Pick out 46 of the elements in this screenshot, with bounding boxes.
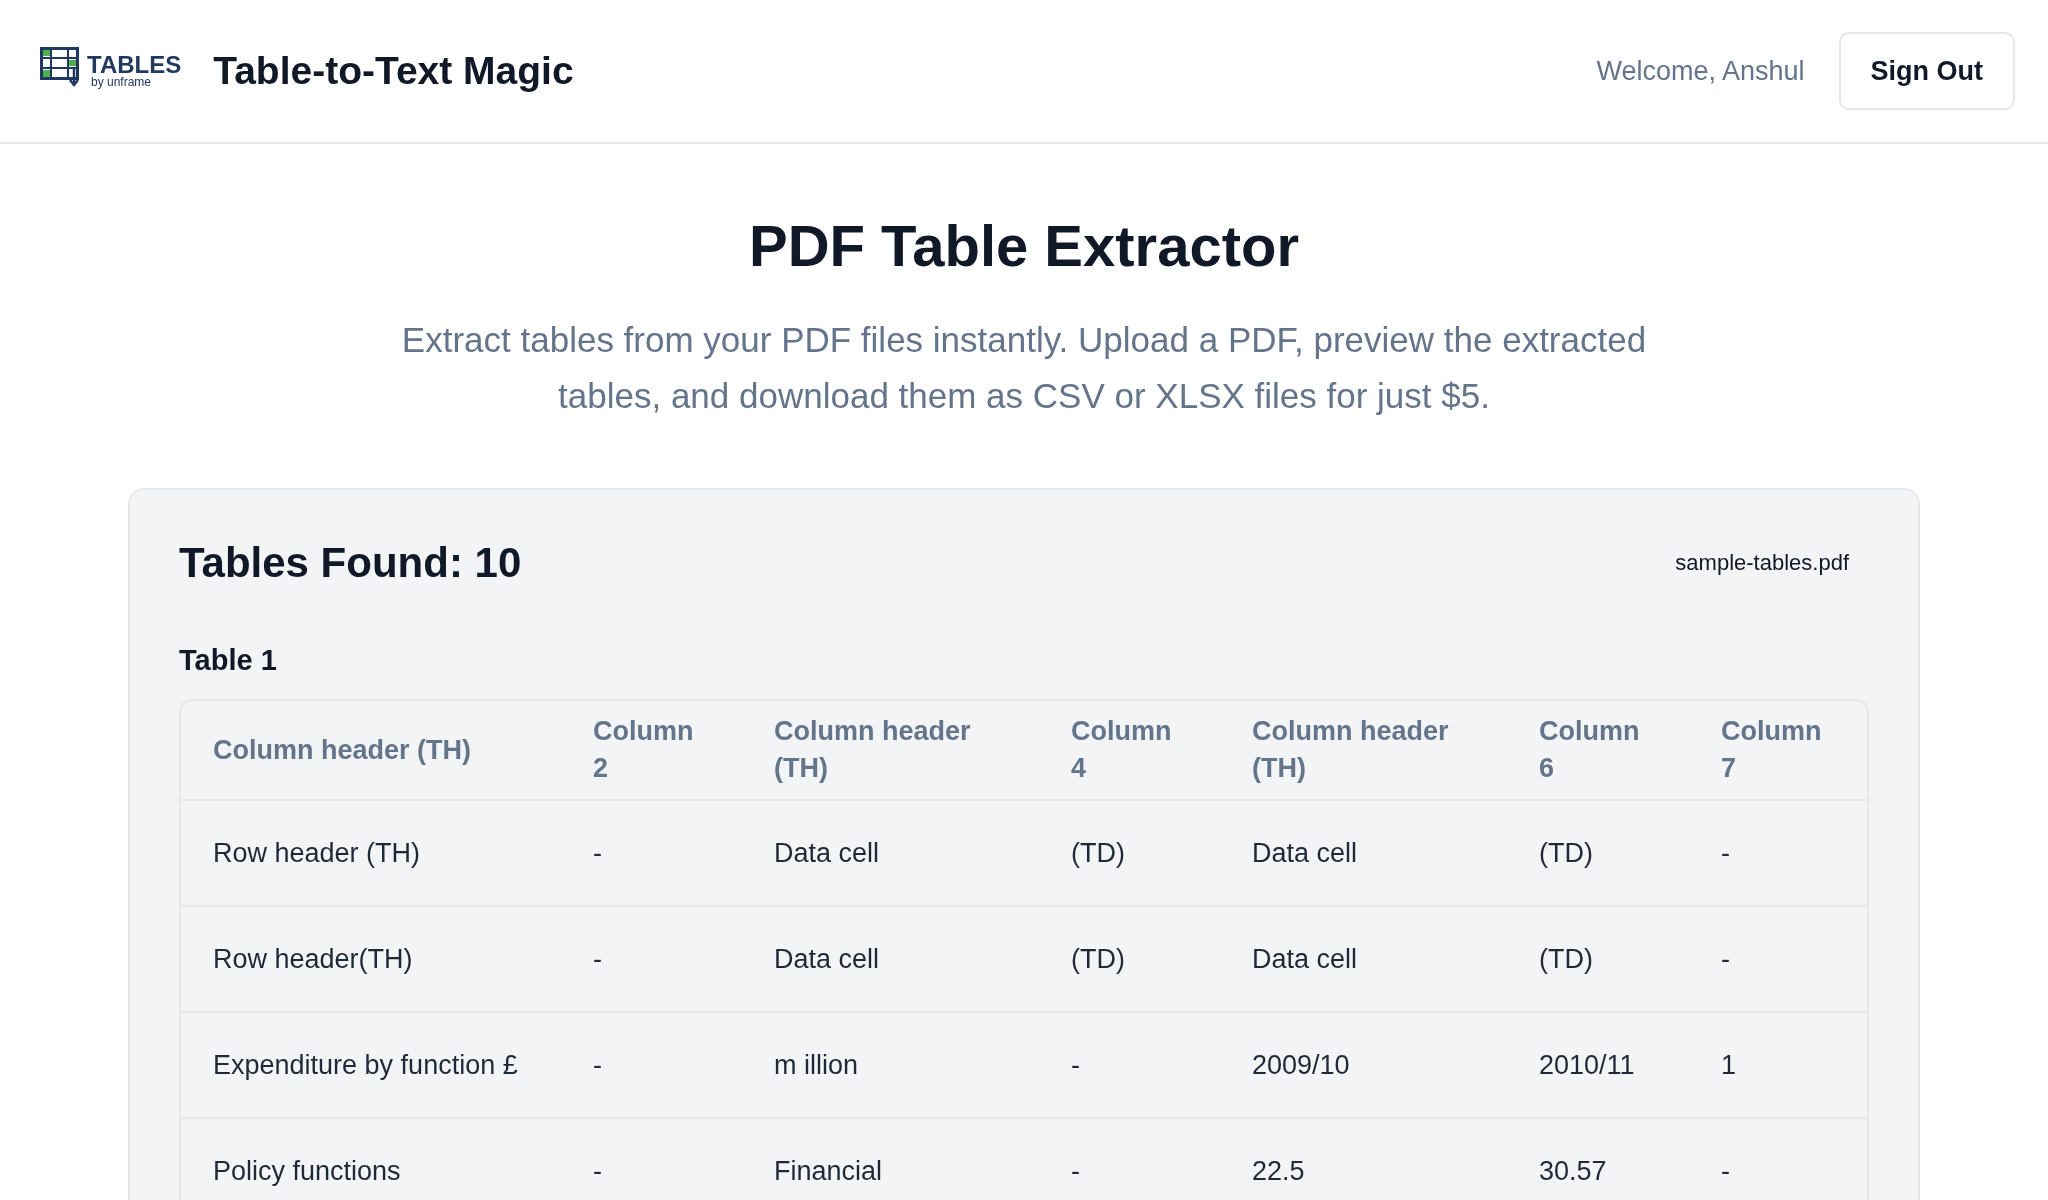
column-header: Column header (TH) (181, 701, 561, 800)
table-cell: Expenditure by function £ (181, 1012, 561, 1118)
logo-wordmark: TABLES (87, 53, 182, 76)
page-title: PDF Table Extractor (748, 212, 1300, 280)
table-cell: (TD) (1039, 906, 1220, 1012)
table-cell: - (561, 906, 742, 1012)
table-cell: - (561, 1012, 742, 1118)
table-cell: 22.5 (1220, 1118, 1507, 1200)
table-cell: - (561, 1118, 742, 1200)
table-cell: 2009/10 (1220, 1012, 1507, 1118)
table-cell: (TD) (1507, 800, 1689, 906)
table-cell: Row header(TH) (181, 906, 561, 1012)
welcome-text: Welcome, Anshul (1596, 55, 1805, 87)
logo-tagline: by unframe (91, 75, 152, 89)
grid-logo-icon (40, 47, 82, 87)
column-header: Column header (TH) (742, 701, 1039, 800)
table-cell: Data cell (1220, 906, 1507, 1012)
table-cell: - (1689, 1118, 1867, 1200)
app-title: Table-to-Text Magic (213, 49, 574, 93)
table-cell: (TD) (1039, 800, 1220, 906)
table-cell: 2010/11 (1507, 1012, 1689, 1118)
table-cell: - (1039, 1012, 1220, 1118)
table-cell: - (1039, 1118, 1220, 1200)
table-cell: 30.57 (1507, 1118, 1689, 1200)
table-cell: Row header (TH) (181, 800, 561, 906)
table-cell: Financial (742, 1118, 1039, 1200)
column-header: Column header (TH) (1220, 701, 1507, 800)
table-cell: Data cell (1220, 800, 1507, 906)
sign-out-button[interactable]: Sign Out (1838, 32, 2015, 110)
column-header: Column 6 (1507, 701, 1689, 800)
column-header: Column 4 (1039, 701, 1220, 800)
table-cell: - (1689, 906, 1867, 1012)
column-header: Column 7 (1689, 701, 1867, 800)
table-cell: - (561, 800, 742, 906)
column-header: Column 2 (561, 701, 742, 800)
table-cell: Policy functions (181, 1118, 561, 1200)
table-cell: Data cell (742, 906, 1039, 1012)
table-cell: Data cell (742, 800, 1039, 906)
table-cell: m illion (742, 1012, 1039, 1118)
results-heading: Tables Found: 10 (179, 538, 522, 588)
table-cell: (TD) (1507, 906, 1689, 1012)
page-subtitle: Extract tables from your PDF files instantly. Upload a PDF, preview the extracted tables, and download them as CSV or XLSX files for just $5. (400, 319, 1648, 417)
file-name: sample-tables.pdf (1675, 550, 1849, 576)
table-title: Table 1 (179, 643, 278, 678)
table-cell: 1 (1689, 1012, 1867, 1118)
table-cell: - (1689, 800, 1867, 906)
